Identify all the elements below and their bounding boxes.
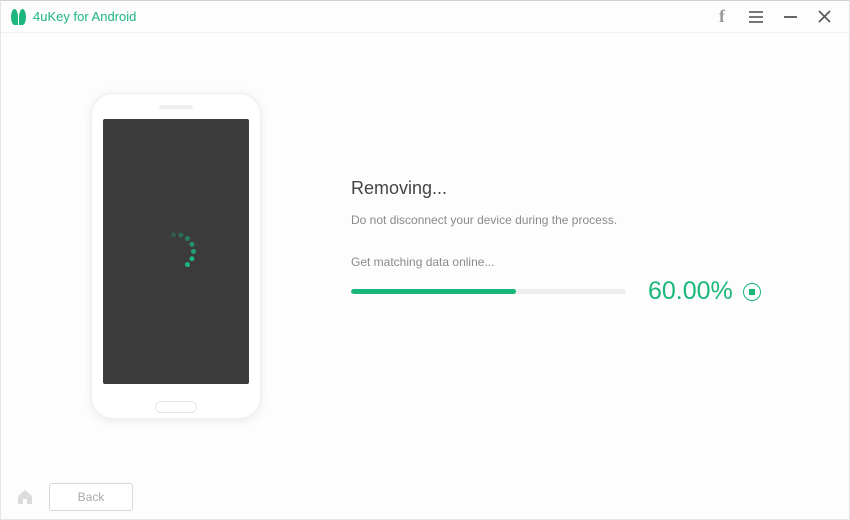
menu-button[interactable] — [739, 2, 773, 32]
phone-home-button-icon — [155, 401, 197, 413]
app-logo-icon — [11, 9, 27, 25]
app-title: 4uKey for Android — [33, 9, 136, 24]
close-button[interactable] — [807, 2, 841, 32]
titlebar-controls: f — [705, 2, 841, 32]
minimize-button[interactable] — [773, 2, 807, 32]
progress-bar — [351, 289, 626, 294]
stop-icon — [749, 289, 755, 295]
progress-fill — [351, 289, 516, 294]
titlebar: 4uKey for Android f — [1, 1, 849, 33]
home-icon — [16, 488, 34, 506]
stop-button[interactable] — [743, 283, 761, 301]
progress-row: 60.00% — [351, 277, 809, 306]
minimize-icon — [784, 16, 797, 18]
loading-spinner-icon — [154, 230, 198, 274]
facebook-icon: f — [719, 6, 725, 27]
facebook-button[interactable]: f — [705, 2, 739, 32]
status-warning: Do not disconnect your device during the… — [351, 213, 809, 227]
bottombar: Back — [1, 475, 849, 519]
progress-panel: Removing... Do not disconnect your devic… — [351, 178, 809, 306]
titlebar-left: 4uKey for Android — [11, 9, 705, 25]
status-step: Get matching data online... — [351, 255, 809, 269]
phone-screen — [103, 119, 249, 384]
phone-illustration — [91, 93, 261, 419]
progress-percent: 60.00% — [648, 277, 733, 306]
close-icon — [818, 10, 831, 23]
menu-icon — [749, 11, 763, 23]
back-button[interactable]: Back — [49, 483, 133, 511]
home-button[interactable] — [11, 483, 39, 511]
phone-speaker-icon — [159, 105, 193, 109]
back-button-label: Back — [78, 490, 105, 504]
main-content: Removing... Do not disconnect your devic… — [1, 33, 849, 475]
status-title: Removing... — [351, 178, 809, 199]
